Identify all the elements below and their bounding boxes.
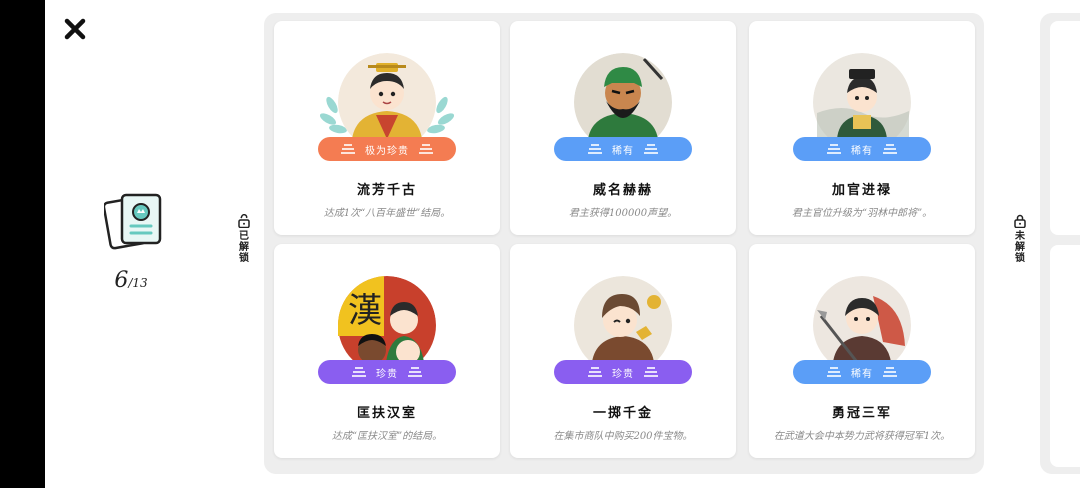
achievement-card-1[interactable]: 极为珍贵 流芳千古 达成1次“八百年盛世”结局。 <box>274 21 500 235</box>
merchant-avatar-icon <box>574 276 672 362</box>
unlocked-section-label: 已解锁 <box>234 214 254 264</box>
bars-icon <box>883 144 897 154</box>
rarity-label: 稀有 <box>851 145 873 157</box>
rarity-badge: 珍贵 <box>554 360 692 384</box>
rarity-label: 珍贵 <box>612 368 634 380</box>
bars-icon <box>644 367 658 377</box>
locked-card[interactable] <box>1050 245 1080 467</box>
rarity-badge: 稀有 <box>793 137 931 161</box>
album-icon <box>104 193 162 250</box>
rarity-badge: 稀有 <box>793 360 931 384</box>
locked-card[interactable] <box>1050 21 1080 235</box>
rarity-label: 珍贵 <box>376 368 398 380</box>
achievement-card-4[interactable]: 漢 珍贵 匡扶汉室 达成“匡扶汉室”的结局。 <box>274 244 500 458</box>
locked-section-label: 未解锁 <box>1010 214 1030 264</box>
bars-icon <box>588 144 602 154</box>
han-heroes-avatar-icon: 漢 <box>338 276 436 362</box>
bars-icon <box>341 144 355 154</box>
unlocked-count: 6 <box>114 268 129 293</box>
rarity-label: 极为珍贵 <box>365 145 409 157</box>
svg-text:漢: 漢 <box>348 291 382 331</box>
bars-icon <box>644 144 658 154</box>
achievement-description: 君主获得100000声望。 <box>568 208 678 219</box>
emperor-avatar-icon <box>338 53 436 139</box>
achievement-description: 在集市商队中购买200件宝物。 <box>553 431 693 442</box>
achievement-title: 威名赫赫 <box>592 183 653 198</box>
rarity-badge: 极为珍贵 <box>318 137 456 161</box>
general-avatar-icon <box>574 53 672 139</box>
achievement-description: 达成1次“八百年盛世”结局。 <box>323 208 451 219</box>
achievement-title: 勇冠三军 <box>831 406 892 421</box>
total-count: /13 <box>128 276 148 290</box>
achievement-description: 在武道大会中本势力武将获得冠军1次。 <box>773 431 951 442</box>
bars-icon <box>588 367 602 377</box>
rarity-label: 稀有 <box>612 145 634 157</box>
achievement-title: 一掷千金 <box>592 406 653 421</box>
bars-icon <box>827 144 841 154</box>
bars-icon <box>408 367 422 377</box>
achievement-description: 君主官位升级为“羽林中郎将”。 <box>791 208 933 219</box>
lock-icon <box>1014 214 1026 228</box>
bars-icon <box>419 144 433 154</box>
rarity-label: 稀有 <box>851 368 873 380</box>
close-icon <box>64 18 86 40</box>
achievement-title: 加官进禄 <box>831 183 892 198</box>
progress-counter: 6/13 <box>96 268 166 293</box>
achievement-card-6[interactable]: 稀有 勇冠三军 在武道大会中本势力武将获得冠军1次。 <box>749 244 975 458</box>
achievement-card-3[interactable]: 稀有 加官进禄 君主官位升级为“羽林中郎将”。 <box>749 21 975 235</box>
bars-icon <box>352 367 366 377</box>
rarity-badge: 珍贵 <box>318 360 456 384</box>
official-avatar-icon <box>813 53 911 139</box>
warrior-avatar-icon <box>813 276 911 362</box>
bars-icon <box>883 367 897 377</box>
achievement-card-5[interactable]: 珍贵 一掷千金 在集市商队中购买200件宝物。 <box>510 244 736 458</box>
achievement-card-2[interactable]: 稀有 威名赫赫 君主获得100000声望。 <box>510 21 736 235</box>
bars-icon <box>827 367 841 377</box>
unlock-icon <box>238 214 250 228</box>
left-black-bar <box>0 0 45 488</box>
rarity-badge: 稀有 <box>554 137 692 161</box>
close-button[interactable] <box>62 16 88 42</box>
achievement-description: 达成“匡扶汉室”的结局。 <box>331 431 443 442</box>
locked-achievements-panel <box>1040 13 1080 474</box>
achievement-title: 匡扶汉室 <box>356 406 417 421</box>
achievement-title: 流芳千古 <box>356 183 417 198</box>
